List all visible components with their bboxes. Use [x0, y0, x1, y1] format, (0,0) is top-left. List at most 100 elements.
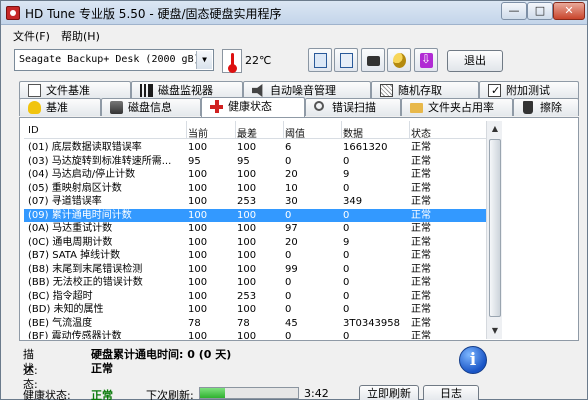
- cell-worst: 95: [237, 155, 250, 167]
- table-row[interactable]: (01) 底层数据读取错误率 100 100 6 1661320 正常: [24, 141, 486, 155]
- scroll-down-icon[interactable]: ▼: [488, 324, 502, 338]
- cell-worst: 100: [237, 277, 257, 288]
- cell-id: (01) 底层数据读取错误率: [28, 142, 142, 153]
- table-row[interactable]: (0C) 通电周期计数 100 100 20 9 正常: [24, 236, 486, 250]
- cell-worst: 100: [237, 250, 257, 261]
- cell-id: (BD) 未知的属性: [28, 304, 104, 315]
- exit-button[interactable]: 退出: [447, 50, 503, 72]
- cell-threshold: 30: [285, 196, 298, 207]
- cell-worst: 100: [237, 331, 257, 339]
- close-button[interactable]: ✕: [553, 2, 585, 20]
- screenshot-button[interactable]: [361, 48, 385, 72]
- table-row[interactable]: (BB) 无法校正的错误计数 100 100 0 0 正常: [24, 276, 486, 290]
- drive-select-value: Seagate Backup+ Desk (2000 gB): [19, 54, 200, 65]
- cell-data: 1661320: [343, 142, 388, 153]
- cell-threshold: 6: [285, 142, 292, 153]
- header-threshold[interactable]: 阈值: [285, 125, 342, 140]
- cell-current: 100: [188, 223, 208, 234]
- cell-current: 100: [188, 304, 208, 315]
- camera-icon: [367, 56, 380, 66]
- cell-data: 3T0343958: [343, 317, 401, 329]
- table-row[interactable]: (BF) 震动传感器计数 100 100 0 0 正常: [24, 330, 486, 339]
- table-scrollbar[interactable]: ▲ ▼: [486, 121, 502, 339]
- tab-disk-info[interactable]: 磁盘信息: [101, 98, 201, 116]
- save-button[interactable]: [414, 48, 438, 72]
- cell-current: 78: [188, 317, 201, 329]
- tab-extra-tests[interactable]: 附加测试: [479, 81, 579, 99]
- header-data[interactable]: 数据: [343, 125, 411, 140]
- tab-error-scan[interactable]: 错误扫描: [305, 98, 401, 116]
- tab-benchmark[interactable]: 基准: [19, 98, 101, 116]
- cell-current: 100: [188, 277, 208, 288]
- toolbar: Seagate Backup+ Desk (2000 gB) ▼ 22℃ 退出: [1, 44, 587, 78]
- tab-folder-usage[interactable]: 文件夹占用率: [401, 98, 513, 116]
- chevron-down-icon[interactable]: ▼: [196, 51, 212, 69]
- header-divider: [409, 121, 410, 139]
- cell-data: 0: [343, 290, 350, 302]
- refresh-now-button[interactable]: 立即刷新: [359, 385, 419, 400]
- cell-status: 正常: [411, 209, 431, 221]
- smart-table[interactable]: ID 当前 最差 阈值 数据 状态 (01) 底层数据读取错误率 100 100 6 1…: [24, 121, 486, 339]
- header-id[interactable]: ID: [28, 125, 188, 136]
- cell-status: 正常: [411, 263, 431, 275]
- header-divider: [341, 121, 342, 139]
- cell-status: 正常: [411, 223, 431, 234]
- menu-file[interactable]: 文件(F): [13, 28, 50, 44]
- copy-all-button[interactable]: [334, 48, 358, 72]
- cell-data: 349: [343, 196, 363, 207]
- cell-threshold: 99: [285, 263, 298, 275]
- table-row[interactable]: (09) 累计通电时间计数 100 100 0 0 正常: [24, 208, 486, 222]
- window-title: HD Tune 专业版 5.50 - 硬盘/固态硬盘实用程序: [25, 7, 282, 21]
- cell-worst: 253: [237, 290, 257, 302]
- cell-worst: 100: [237, 304, 257, 315]
- table-row[interactable]: (05) 重映射扇区计数 100 100 10 0 正常: [24, 182, 486, 196]
- header-worst[interactable]: 最差: [237, 125, 285, 140]
- checkbox-icon: [488, 82, 501, 99]
- menu-help[interactable]: 帮助(H): [61, 28, 100, 44]
- header-divider: [186, 121, 187, 139]
- drive-select[interactable]: Seagate Backup+ Desk (2000 gB) ▼: [14, 49, 214, 71]
- header-divider: [235, 121, 236, 139]
- table-row[interactable]: (0A) 马达重试计数 100 100 97 0 正常: [24, 222, 486, 236]
- cell-worst: 100: [237, 236, 257, 248]
- tab-random-access[interactable]: 随机存取: [371, 81, 479, 99]
- table-row[interactable]: (BE) 气流温度 78 78 45 3T0343958 正常: [24, 317, 486, 331]
- cell-threshold: 0: [285, 155, 292, 167]
- info-icon[interactable]: i: [459, 346, 487, 374]
- cell-threshold: 0: [285, 209, 292, 221]
- speaker-icon: [252, 84, 263, 97]
- health-cross-icon: [210, 100, 223, 113]
- table-row[interactable]: (03) 马达旋转到标准转速所需... 95 95 0 0 正常: [24, 155, 486, 169]
- attribute-status-value: 正常: [91, 362, 113, 375]
- table-row[interactable]: (B8) 末尾到末尾错误检测 100 100 99 0 正常: [24, 263, 486, 277]
- cell-threshold: 20: [285, 169, 298, 180]
- scroll-up-icon[interactable]: ▲: [488, 122, 502, 136]
- refresh-progress-bar: [199, 387, 299, 399]
- header-status[interactable]: 状态: [411, 125, 481, 140]
- copy-all-icon: [340, 53, 353, 68]
- header-current[interactable]: 当前: [188, 125, 238, 140]
- cell-data: 0: [343, 223, 350, 234]
- thermometer-icon: [222, 49, 242, 73]
- minimize-button[interactable]: —: [501, 2, 527, 20]
- tab-erase[interactable]: 擦除: [513, 98, 579, 116]
- maximize-button[interactable]: □: [527, 2, 553, 20]
- cell-status: 正常: [411, 331, 431, 339]
- title-bar[interactable]: HD Tune 专业版 5.50 - 硬盘/固态硬盘实用程序 — □ ✕: [1, 1, 587, 25]
- cell-current: 100: [188, 263, 208, 275]
- options-button[interactable]: [387, 48, 411, 72]
- table-row[interactable]: (04) 马达启动/停止计数 100 100 20 9 正常: [24, 168, 486, 182]
- tab-file-benchmark[interactable]: 文件基准: [19, 81, 131, 99]
- table-row[interactable]: (07) 寻道错误率 100 253 30 349 正常: [24, 195, 486, 209]
- table-row[interactable]: (B7) SATA 掉线计数 100 100 0 0 正常: [24, 249, 486, 263]
- app-logo-icon: [6, 6, 20, 20]
- cell-worst: 78: [237, 317, 250, 329]
- table-row[interactable]: (BC) 指令超时 100 253 0 0 正常: [24, 290, 486, 304]
- log-button[interactable]: 日志: [423, 385, 479, 400]
- cell-worst: 100: [237, 209, 257, 221]
- cell-status: 正常: [411, 142, 431, 153]
- tab-health[interactable]: 健康状态: [201, 97, 305, 117]
- scrollbar-thumb[interactable]: [489, 139, 501, 317]
- copy-text-button[interactable]: [308, 48, 332, 72]
- table-row[interactable]: (BD) 未知的属性 100 100 0 0 正常: [24, 303, 486, 317]
